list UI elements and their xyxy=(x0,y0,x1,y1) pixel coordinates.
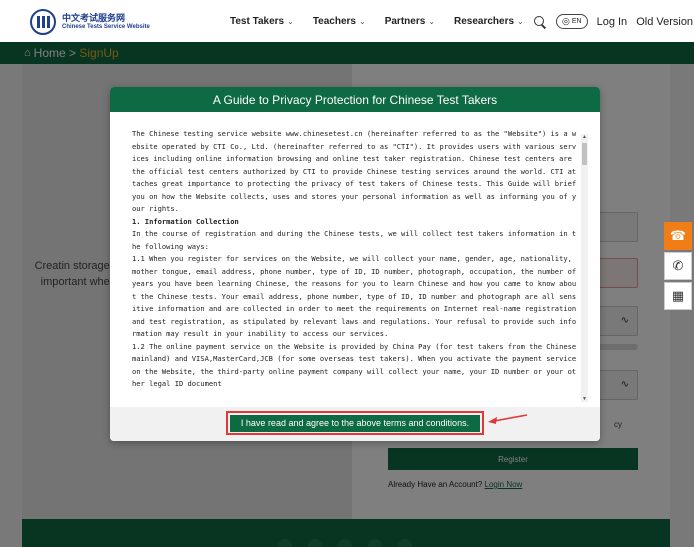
search-icon[interactable] xyxy=(534,15,546,28)
phone-icon[interactable]: ✆ xyxy=(664,252,692,280)
customer-service-icon[interactable]: ☎ xyxy=(664,222,692,250)
modal-scrollbar[interactable]: ▲ ▼ xyxy=(581,134,588,402)
nav-researchers[interactable]: Researchers ⌄ xyxy=(454,16,524,27)
scroll-up-icon[interactable]: ▲ xyxy=(581,134,588,140)
logo-cn-text: 中文考试服务网 xyxy=(62,13,126,24)
nav-test-takers[interactable]: Test Takers ⌄ xyxy=(230,16,294,27)
nav-partners[interactable]: Partners ⌄ xyxy=(385,16,435,27)
nav-teachers[interactable]: Teachers ⌄ xyxy=(313,16,366,27)
chevron-down-icon: ⌄ xyxy=(287,17,294,26)
privacy-paragraph: 1.1 When you register for services on th… xyxy=(132,254,577,338)
main-nav: Test Takers ⌄ Teachers ⌄ Partners ⌄ Researc… xyxy=(230,16,543,27)
annotation-arrow-icon xyxy=(488,414,528,424)
privacy-modal: A Guide to Privacy Protection for Chines… xyxy=(110,87,600,441)
login-link[interactable]: Log In xyxy=(597,16,628,28)
logo-mark-icon xyxy=(30,9,56,35)
agree-highlight: I have read and agree to the above terms… xyxy=(226,411,484,435)
modal-body-text: The Chinese testing service website www.… xyxy=(132,128,579,402)
scroll-down-icon[interactable]: ▼ xyxy=(581,396,588,402)
top-header: 中文考试服务网 Chinese Tests Service Website Te… xyxy=(0,0,694,42)
chevron-down-icon: ⌄ xyxy=(428,17,435,26)
chevron-down-icon: ⌄ xyxy=(517,17,524,26)
modal-title: A Guide to Privacy Protection for Chines… xyxy=(110,87,600,112)
privacy-paragraph: The Chinese testing service website www.… xyxy=(132,129,577,213)
agree-button[interactable]: I have read and agree to the above terms… xyxy=(230,414,480,432)
scroll-thumb[interactable] xyxy=(582,143,587,165)
qr-code-icon[interactable]: ▦ xyxy=(664,282,692,310)
logo-en-text: Chinese Tests Service Website xyxy=(62,23,150,30)
site-logo[interactable]: 中文考试服务网 Chinese Tests Service Website xyxy=(30,9,150,35)
privacy-paragraph: 1.2 The online payment service on the We… xyxy=(132,341,577,389)
globe-icon: ◎ xyxy=(562,16,570,26)
section-heading: 1. Information Collection xyxy=(132,216,239,226)
privacy-paragraph: In the course of registration and during… xyxy=(132,229,577,251)
old-version-link[interactable]: Old Version xyxy=(636,16,693,28)
language-switch[interactable]: ◎ EN xyxy=(556,14,588,29)
chevron-down-icon: ⌄ xyxy=(359,17,366,26)
